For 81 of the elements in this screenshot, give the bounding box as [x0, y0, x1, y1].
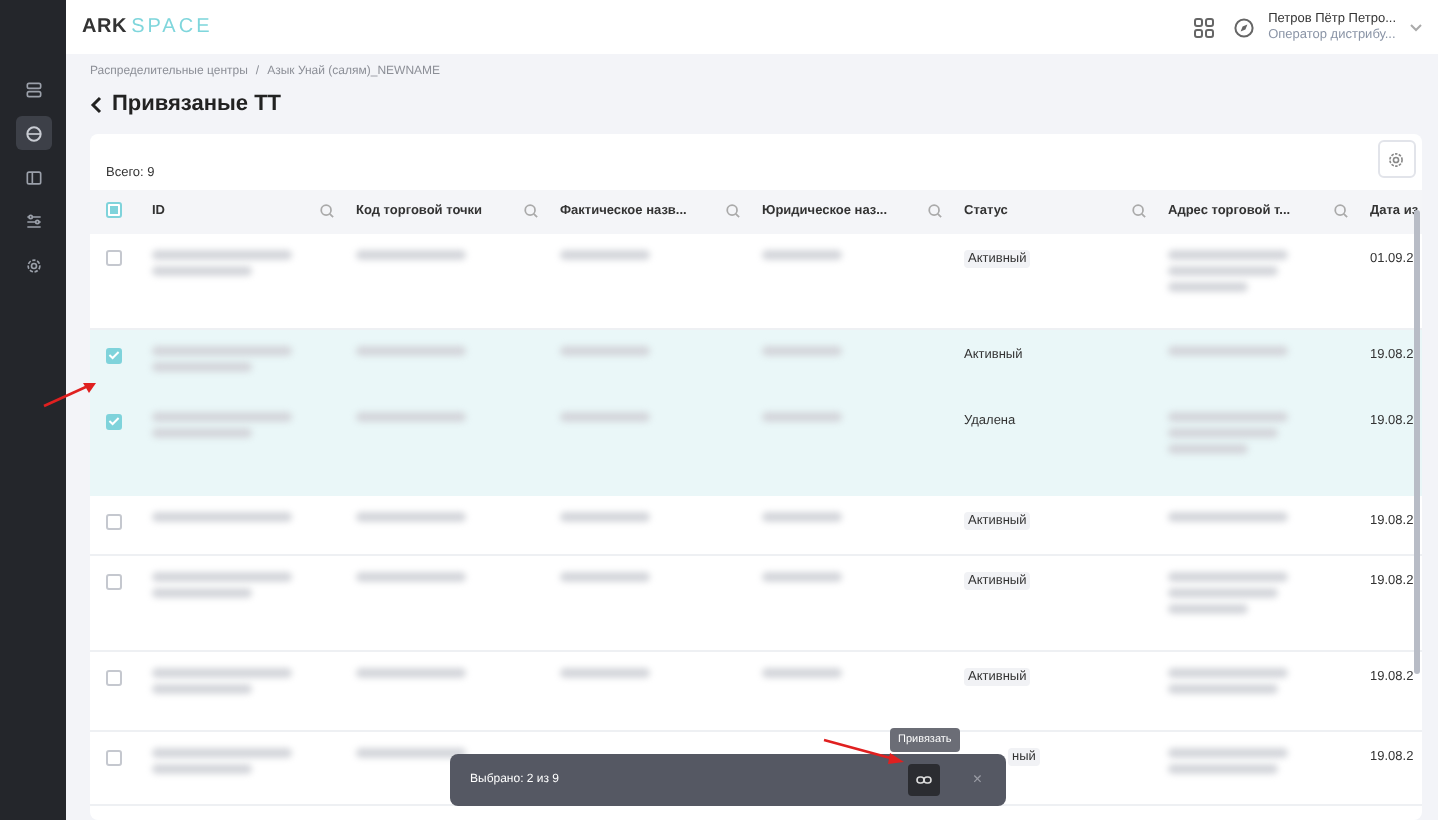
redacted-text [152, 764, 252, 775]
row-checkbox[interactable] [106, 669, 122, 686]
search-icon[interactable] [523, 204, 537, 219]
redacted-text [356, 346, 466, 357]
search-icon[interactable] [1131, 204, 1145, 219]
redacted-text [560, 668, 650, 679]
redacted-text [560, 346, 650, 357]
redacted-text [152, 346, 292, 357]
redacted-text [152, 265, 252, 276]
redacted-text [560, 572, 650, 583]
chevron-down-icon[interactable] [1410, 23, 1422, 31]
redacted-text [762, 668, 842, 679]
logo-text: ARK [82, 14, 128, 42]
close-button[interactable]: × [968, 768, 986, 792]
redacted-text [152, 428, 252, 439]
redacted-text [152, 362, 252, 373]
redacted-text [1168, 572, 1288, 583]
redacted-text [1168, 249, 1288, 260]
redacted-text [762, 512, 842, 523]
redacted-text [152, 412, 292, 423]
settings-icon [1388, 151, 1404, 167]
redacted-text [560, 249, 650, 260]
redacted-text [1168, 281, 1248, 292]
logo-text: SPACE [131, 14, 213, 42]
compass-icon[interactable] [1234, 17, 1255, 37]
filter-icon [23, 211, 43, 231]
back-icon[interactable] [90, 95, 102, 114]
redacted-text [560, 512, 650, 523]
redacted-text [762, 412, 842, 423]
settings-icon [23, 255, 43, 275]
redacted-text [1168, 668, 1288, 679]
row-checkbox[interactable] [106, 413, 122, 430]
redacted-text [356, 249, 466, 260]
redacted-text [356, 668, 466, 679]
apps-icon[interactable] [1193, 17, 1214, 37]
redacted-text [1168, 748, 1288, 759]
redacted-text [1168, 604, 1248, 615]
redacted-text [152, 588, 252, 599]
search-icon[interactable] [725, 204, 739, 219]
sidebar-item[interactable] [15, 116, 51, 150]
redacted-text [762, 249, 842, 260]
annotation-arrow [43, 383, 96, 408]
panel-icon [23, 167, 43, 187]
redacted-text [1168, 346, 1288, 357]
redacted-text [152, 668, 292, 679]
row-checkbox[interactable] [106, 513, 122, 530]
link-button[interactable] [908, 764, 941, 796]
redacted-text [152, 572, 292, 583]
row-checkbox[interactable] [106, 749, 122, 766]
redacted-text [1168, 684, 1278, 695]
redacted-text [762, 346, 842, 357]
redacted-text [1168, 265, 1278, 276]
redacted-text [152, 249, 292, 260]
redacted-text [1168, 588, 1278, 599]
redacted-text [356, 512, 466, 523]
redacted-text [152, 512, 292, 523]
redacted-text [560, 412, 650, 423]
database-icon [23, 123, 43, 143]
search-icon[interactable] [319, 204, 333, 219]
redacted-text [1168, 412, 1288, 423]
redacted-text [356, 572, 466, 583]
redacted-text [762, 572, 842, 583]
redacted-text [1168, 764, 1278, 775]
redacted-text [152, 748, 292, 759]
scrollbar[interactable] [1414, 209, 1420, 673]
redacted-text [1168, 444, 1248, 455]
row-checkbox[interactable] [106, 250, 122, 267]
row-checkbox[interactable] [106, 573, 122, 590]
redacted-text [356, 412, 466, 423]
settings-button[interactable] [1377, 140, 1415, 178]
server-icon [23, 79, 43, 99]
redacted-text [1168, 512, 1288, 523]
page-title: Привязаные ТТ [112, 90, 282, 120]
select-all-checkbox[interactable] [106, 202, 122, 219]
redacted-text [1168, 428, 1278, 439]
search-icon[interactable] [927, 204, 941, 219]
redacted-text [152, 684, 252, 695]
redacted-text [356, 748, 466, 759]
row-checkbox[interactable] [106, 347, 122, 364]
search-icon[interactable] [1333, 204, 1347, 219]
link-icon [916, 776, 933, 784]
